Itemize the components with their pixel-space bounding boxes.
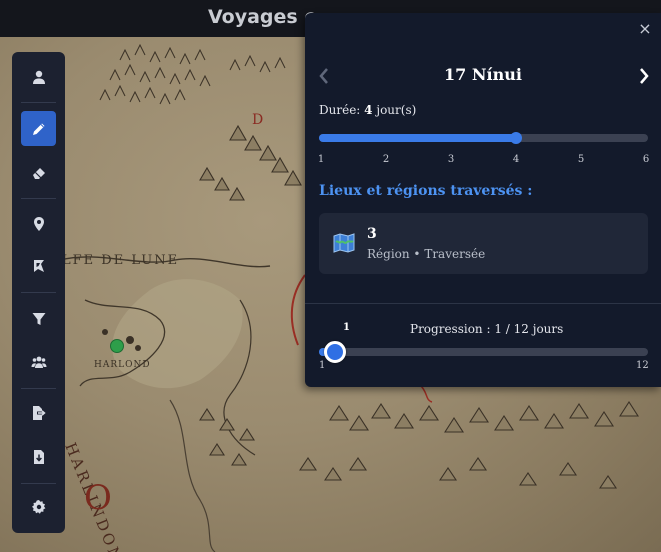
progress-slider[interactable] — [319, 341, 648, 363]
toolbar-divider — [21, 388, 56, 389]
map-pin-icon — [33, 216, 44, 231]
duration-tick: 4 — [512, 154, 520, 165]
progress-label: Progression : 1 / 12 jours — [410, 322, 564, 336]
close-button[interactable]: × — [637, 21, 653, 37]
duration-tick: 6 — [642, 154, 650, 165]
app-title: Voyages e — [208, 6, 318, 28]
places-heading: Lieux et régions traversés : — [319, 183, 533, 199]
chevron-right-icon — [640, 68, 649, 84]
settings-icon — [31, 499, 45, 514]
users-icon — [31, 356, 46, 368]
duration-slider[interactable] — [319, 132, 648, 144]
next-day-button[interactable] — [635, 65, 653, 87]
duration-slider-fill — [319, 134, 517, 142]
duration-unit: jour(s) — [376, 103, 417, 117]
group-button[interactable] — [21, 344, 56, 379]
duration-value: 4 — [364, 103, 373, 117]
export-button[interactable] — [21, 395, 56, 430]
duration-tick: 3 — [447, 154, 455, 165]
toolbar-divider — [21, 483, 56, 484]
progress-min-label: 1 — [319, 360, 326, 371]
region-button[interactable] — [21, 248, 56, 283]
journey-panel: × 17 Nínui Durée: 4 jour(s) 123456 Lieux… — [305, 13, 661, 387]
eraser-icon — [32, 167, 45, 179]
map-label-harlond: HARLOND — [94, 360, 151, 370]
filter-button[interactable] — [21, 301, 56, 336]
map-label-lindon: LFE DE LUNE — [62, 253, 180, 268]
progress-max-label: 12 — [636, 360, 649, 371]
place-card[interactable]: 3 Région • Traversée — [319, 213, 648, 274]
previous-day-button[interactable] — [315, 65, 333, 87]
progress-value: 1 — [343, 322, 350, 333]
toolbar-divider — [21, 198, 56, 199]
user-icon — [32, 70, 45, 84]
location-marker[interactable] — [110, 339, 124, 353]
settings-button[interactable] — [21, 489, 56, 524]
place-name: 3 — [367, 226, 377, 242]
day-title: 17 Nínui — [444, 65, 522, 84]
import-icon — [33, 449, 44, 464]
toolbar-divider — [21, 292, 56, 293]
duration-label: Durée: 4 jour(s) — [319, 103, 416, 117]
user-button[interactable] — [21, 59, 56, 94]
place-marker-button[interactable] — [21, 206, 56, 241]
duration-tick: 5 — [577, 154, 585, 165]
chevron-left-icon — [319, 68, 328, 84]
toolbar-divider — [21, 102, 56, 103]
erase-button[interactable] — [21, 155, 56, 190]
duration-tick: 2 — [382, 154, 390, 165]
panel-divider — [305, 303, 661, 304]
export-icon — [32, 405, 46, 420]
draw-button[interactable] — [21, 111, 56, 146]
map-icon — [333, 233, 355, 253]
place-meta: Région • Traversée — [367, 247, 486, 261]
duration-slider-thumb[interactable] — [510, 132, 523, 144]
duration-tick: 1 — [317, 154, 325, 165]
duration-label-text: Durée: — [319, 103, 361, 117]
filter-icon — [32, 312, 45, 325]
progress-slider-thumb[interactable] — [324, 341, 346, 363]
map-rune-1: D — [252, 112, 266, 128]
map-rune-2: O — [84, 478, 114, 518]
map-flag-icon — [33, 259, 44, 272]
pencil-icon — [32, 123, 44, 135]
import-button[interactable] — [21, 439, 56, 474]
left-toolbar — [12, 52, 65, 533]
